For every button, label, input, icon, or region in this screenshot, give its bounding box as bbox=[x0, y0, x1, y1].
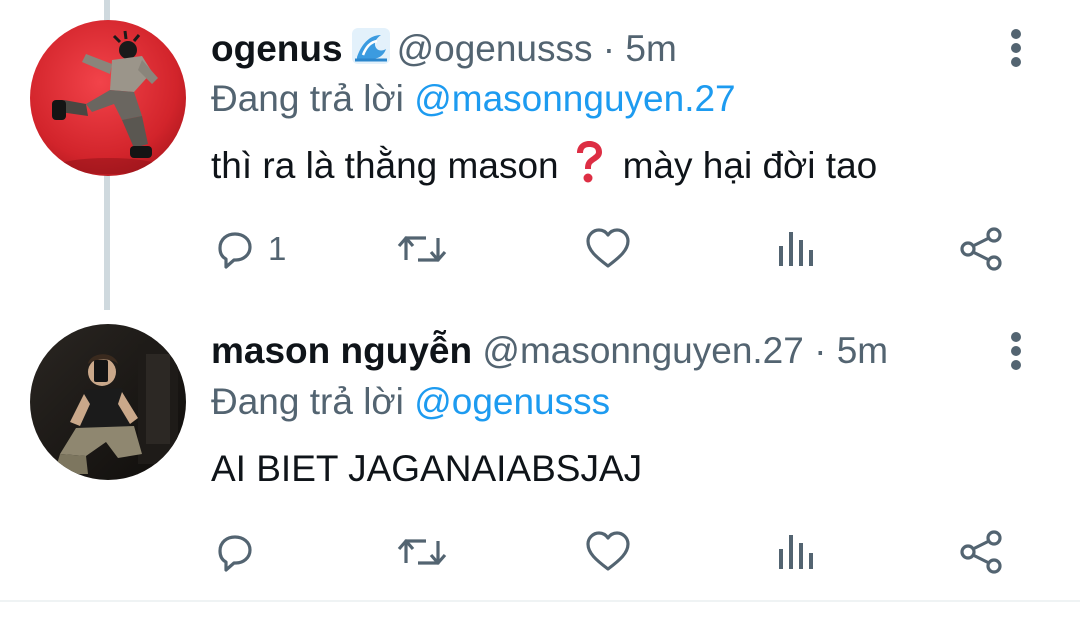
action-bar: 1 bbox=[0, 218, 1080, 278]
action-bar bbox=[0, 521, 1080, 581]
tweet-header: mason nguyễn @masonnguyen.27 · 5m bbox=[211, 324, 888, 378]
more-options-button[interactable] bbox=[996, 321, 1036, 381]
vertical-ellipsis-icon bbox=[1011, 29, 1021, 67]
separator-dot: · bbox=[814, 330, 827, 371]
user-handle[interactable]: @ogenusss bbox=[397, 28, 593, 69]
share-icon bbox=[960, 530, 1002, 574]
like-button[interactable] bbox=[584, 529, 632, 575]
retweet-icon bbox=[397, 236, 447, 262]
views-button[interactable] bbox=[773, 226, 819, 272]
retweet-icon bbox=[397, 539, 447, 565]
user-handle[interactable]: @masonnguyen.27 bbox=[482, 330, 803, 371]
reply-button[interactable] bbox=[212, 529, 268, 575]
tweet-text: AI BIET JAGANAIABSJAJ bbox=[211, 448, 643, 489]
like-icon bbox=[586, 228, 630, 268]
vertical-ellipsis-icon bbox=[1011, 332, 1021, 370]
water-wave-emoji-icon bbox=[351, 26, 391, 80]
reply-button[interactable]: 1 bbox=[212, 226, 286, 272]
tweet[interactable]: mason nguyễn @masonnguyen.27 · 5m Đang t… bbox=[0, 305, 1080, 601]
replying-to-label: Đang trả lời bbox=[211, 381, 404, 422]
replying-to-line: Đang trả lời @masonnguyen.27 bbox=[211, 74, 736, 124]
share-button[interactable] bbox=[958, 226, 1006, 272]
retweet-button[interactable] bbox=[396, 529, 448, 575]
mention-link[interactable]: @ogenusss bbox=[414, 381, 610, 422]
display-name[interactable]: ogenus bbox=[211, 28, 343, 69]
tweet-divider bbox=[0, 600, 1080, 602]
views-icon bbox=[779, 232, 813, 266]
tweet-text: thì ra là thằng mason mày hại đời tao bbox=[211, 138, 877, 194]
like-button[interactable] bbox=[584, 226, 632, 272]
tweet-header: ogenus @ogenusss · 5m bbox=[211, 22, 677, 76]
retweet-button[interactable] bbox=[396, 226, 448, 272]
reply-count: 1 bbox=[268, 230, 287, 267]
views-icon bbox=[779, 535, 813, 569]
reply-icon bbox=[218, 232, 252, 269]
more-options-button[interactable] bbox=[996, 18, 1036, 78]
timestamp[interactable]: 5m bbox=[837, 330, 888, 371]
reply-thread: ogenus @ogenusss · 5m Đang trả lời @maso… bbox=[0, 0, 1080, 619]
separator-dot: · bbox=[602, 28, 616, 69]
avatar[interactable] bbox=[30, 324, 186, 480]
timestamp[interactable]: 5m bbox=[625, 28, 676, 69]
mention-link[interactable]: @masonnguyen.27 bbox=[414, 78, 735, 119]
share-button[interactable] bbox=[958, 529, 1006, 575]
tweet-text-part: mày hại đời tao bbox=[622, 145, 878, 186]
display-name[interactable]: mason nguyễn bbox=[211, 330, 472, 371]
avatar[interactable] bbox=[30, 20, 186, 176]
replying-to-label: Đang trả lời bbox=[211, 78, 404, 119]
tweet[interactable]: ogenus @ogenusss · 5m Đang trả lời @maso… bbox=[0, 0, 1080, 305]
red-question-mark-icon bbox=[571, 140, 607, 200]
tweet-text-part: thì ra là thằng mason bbox=[211, 145, 559, 186]
views-button[interactable] bbox=[773, 529, 819, 575]
reply-icon bbox=[218, 535, 252, 572]
share-icon bbox=[960, 227, 1002, 271]
like-icon bbox=[586, 531, 630, 571]
replying-to-line: Đang trả lời @ogenusss bbox=[211, 377, 610, 427]
